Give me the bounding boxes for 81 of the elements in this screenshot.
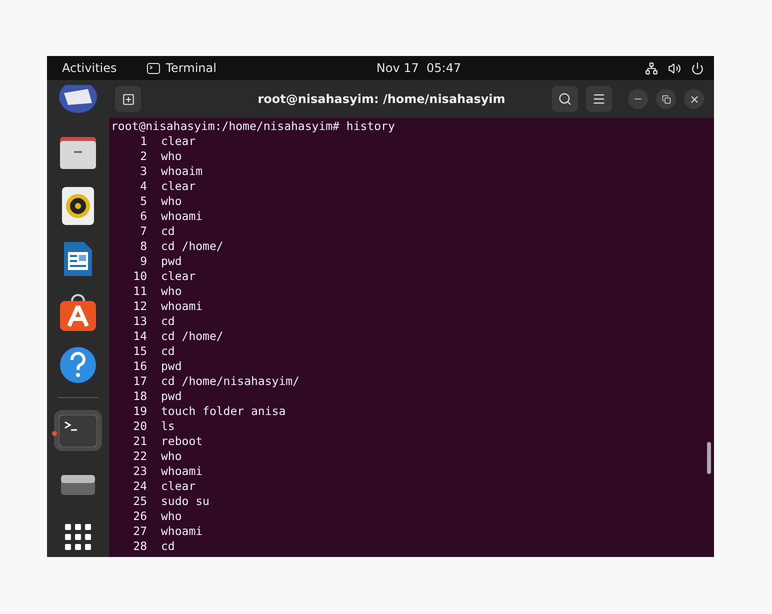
- history-number: 9: [139, 254, 147, 269]
- menu-icon: [592, 92, 606, 106]
- search-button[interactable]: [552, 86, 578, 112]
- history-command: sudo su: [161, 494, 210, 509]
- history-command: cd: [161, 344, 175, 359]
- running-indicator: [52, 431, 57, 436]
- history-command: whoami: [161, 209, 203, 224]
- history-number: 20: [132, 419, 147, 434]
- history-number: 4: [139, 179, 147, 194]
- terminal-icon: [146, 62, 160, 74]
- history-command: cd /home/: [161, 329, 224, 344]
- history-command: touch folder anisa: [161, 404, 286, 419]
- history-number: 11: [132, 284, 147, 299]
- history-command: cd: [161, 314, 175, 329]
- close-button[interactable]: [684, 89, 704, 109]
- history-number: 16: [132, 359, 147, 374]
- history-number: 14: [132, 329, 147, 344]
- history-number: 15: [132, 344, 147, 359]
- history-command: who: [161, 284, 182, 299]
- history-command: ls: [161, 419, 175, 434]
- network-icon[interactable]: [645, 62, 658, 74]
- history-number: 7: [139, 224, 147, 239]
- volume-icon[interactable]: [668, 62, 681, 74]
- history-command: cd: [161, 224, 175, 239]
- history-command: clear: [161, 134, 196, 149]
- history-command: clear: [161, 179, 196, 194]
- history-command: who: [161, 449, 182, 464]
- history-number: 5: [139, 194, 147, 209]
- activities-button[interactable]: Activities: [62, 61, 117, 75]
- new-tab-button[interactable]: [115, 86, 141, 112]
- close-icon: [688, 94, 700, 104]
- history-number: 3: [139, 164, 147, 179]
- restore-icon: [662, 94, 670, 104]
- history-command: who: [161, 509, 182, 524]
- history-number: 17: [132, 374, 147, 389]
- history-number: 13: [132, 314, 147, 329]
- document-icon[interactable]: [62, 240, 94, 278]
- history-command: who: [161, 194, 182, 209]
- history-command: pwd: [161, 254, 182, 269]
- app-menu[interactable]: Terminal: [166, 61, 216, 75]
- history-number: 21: [132, 434, 147, 449]
- history-command: whoaim: [161, 164, 203, 179]
- history-number: 1: [139, 134, 147, 149]
- history-number: 6: [139, 209, 147, 224]
- history-command: pwd: [161, 389, 182, 404]
- app-grid-icon[interactable]: [65, 524, 91, 550]
- history-command: cd /home/: [161, 239, 224, 254]
- history-number: 18: [132, 389, 147, 404]
- speaker-icon[interactable]: [62, 187, 94, 226]
- history-command: pwd: [161, 359, 182, 374]
- clock[interactable]: Nov 17 05:47: [376, 61, 462, 75]
- maximize-button[interactable]: [656, 89, 676, 109]
- history-number: 24: [132, 479, 147, 494]
- history-command: clear: [161, 479, 196, 494]
- history-command: whoami: [161, 464, 203, 479]
- history-number: 22: [132, 449, 147, 464]
- search-icon: [558, 92, 572, 106]
- history-number: 2: [139, 149, 147, 164]
- new-tab-icon: [122, 92, 134, 106]
- history-command: who: [161, 149, 182, 164]
- history-command: whoami: [161, 524, 203, 539]
- menu-button[interactable]: [586, 86, 612, 112]
- history-number: 23: [132, 464, 147, 479]
- history-number: 19: [132, 404, 147, 419]
- drive-icon[interactable]: [61, 472, 95, 495]
- scrollbar[interactable]: [707, 442, 711, 474]
- window-title: root@nisahasyim: /home/nisahasyim: [256, 92, 506, 106]
- history-command: clear: [161, 269, 196, 284]
- history-command: cd /home/nisahasyim/: [161, 374, 300, 389]
- history-number: 10: [132, 269, 147, 284]
- history-command: cd: [161, 539, 175, 554]
- prompt-line: root@nisahasyim:/home/nisahasyim# history: [111, 119, 396, 134]
- history-number: 25: [132, 494, 147, 509]
- history-number: 28: [132, 539, 147, 554]
- history-number: 12: [132, 299, 147, 314]
- power-icon[interactable]: [691, 62, 704, 74]
- history-number: 8: [139, 239, 147, 254]
- history-number: 26: [132, 509, 147, 524]
- history-command: whoami: [161, 299, 203, 314]
- history-command: reboot: [161, 434, 203, 449]
- history-number: 27: [132, 524, 147, 539]
